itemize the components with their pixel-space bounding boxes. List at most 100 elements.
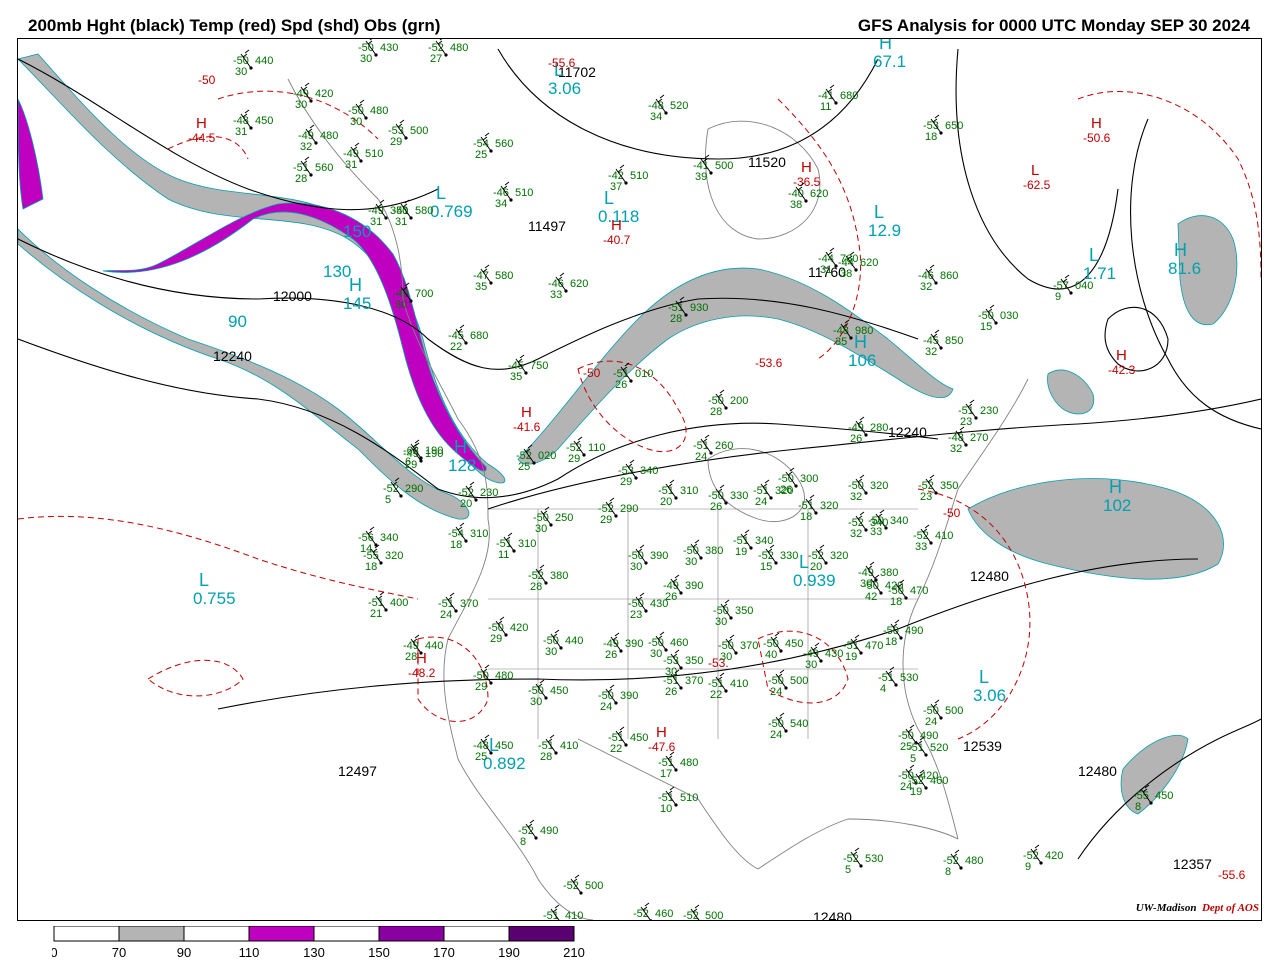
station-obs[interactable]: -50 45030 <box>528 679 568 708</box>
station-obs[interactable]: -50 50024 <box>923 699 963 728</box>
obs-height: 320 <box>385 550 403 562</box>
station-obs[interactable]: -41 68011 <box>818 84 858 113</box>
station-obs[interactable]: -57 0409 <box>1053 274 1093 303</box>
weather-map[interactable]: 11702 11497 11520 11760 12000 12240 12240 12480… <box>17 38 1262 921</box>
station-obs[interactable]: -51 48017 <box>658 751 698 780</box>
station-obs[interactable]: -51 51010 <box>658 786 698 815</box>
station-obs[interactable]: -50 48030 <box>348 99 388 128</box>
station-obs[interactable]: -52 4808 <box>943 849 983 878</box>
station-obs[interactable]: -50 44030 <box>233 49 273 78</box>
station-obs[interactable]: -52 5305 <box>843 847 883 876</box>
station-obs[interactable]: -45 85032 <box>923 329 963 358</box>
obs-dewpoint-depression: 30 <box>395 299 407 311</box>
station-obs[interactable]: -62 1906 <box>403 439 443 468</box>
station-obs[interactable]: -50 39024 <box>598 684 638 713</box>
station-obs[interactable]: -50 32032 <box>848 474 888 503</box>
station-obs[interactable]: -42 51037 <box>608 164 648 193</box>
station-obs[interactable]: -53 50029 <box>388 119 428 148</box>
station-obs[interactable]: -41 58031 <box>393 199 433 228</box>
station-obs[interactable]: -45 75035 <box>508 354 548 383</box>
obs-height: 700 <box>415 288 433 300</box>
station-obs[interactable]: -50 39030 <box>628 544 668 573</box>
station-obs[interactable]: -52 29029 <box>598 497 638 526</box>
obs-dewpoint-depression: 24 <box>770 686 782 698</box>
temp-center-value: -44.5 <box>188 131 216 145</box>
station-obs[interactable]: -50 03015 <box>978 304 1018 333</box>
station-obs[interactable]: -51 41028 <box>538 734 578 763</box>
station-obs[interactable]: -48 52034 <box>648 94 688 123</box>
station-obs[interactable]: -50 43023 <box>628 592 668 621</box>
station-obs[interactable]: -53 65018 <box>923 114 963 143</box>
station-obs[interactable]: -50 42029 <box>488 616 528 645</box>
station-obs[interactable]: -45 68022 <box>448 324 488 353</box>
station-obs[interactable]: -46 62033 <box>548 272 588 301</box>
obs-dewpoint-depression: 9 <box>1055 291 1061 303</box>
obs-height: 530 <box>865 853 883 865</box>
obs-height: 460 <box>655 908 673 920</box>
obs-height: 320 <box>820 500 838 512</box>
temp-center-value: -50 <box>583 366 601 380</box>
station-obs[interactable]: -51 47019 <box>843 634 883 663</box>
obs-height: 310 <box>518 538 536 550</box>
station-obs[interactable]: -49 43030 <box>803 642 843 671</box>
station-obs[interactable]: -51 37026 <box>663 669 703 698</box>
obs-height: 620 <box>860 257 878 269</box>
station-obs[interactable]: -51 56028 <box>293 156 333 185</box>
station-obs[interactable]: -52 23020 <box>458 481 498 510</box>
obs-height: 450 <box>550 685 568 697</box>
station-obs[interactable]: -52 33015 <box>758 544 798 573</box>
station-obs[interactable]: -48 45031 <box>233 109 273 138</box>
station-obs[interactable]: -50 25030 <box>533 506 573 535</box>
station-obs[interactable]: -52 41033 <box>913 524 953 553</box>
station-obs[interactable]: -50 37030 <box>718 634 758 663</box>
station-obs[interactable]: -50 38030 <box>683 539 723 568</box>
station-obs[interactable]: -49 51031 <box>343 142 383 171</box>
station-obs[interactable]: -51 31011 <box>496 532 536 561</box>
obs-height: 390 <box>620 690 638 702</box>
station-obs[interactable]: -50 20028 <box>708 389 748 418</box>
station-obs[interactable]: -5250010 <box>683 904 723 920</box>
station-obs[interactable]: -55 32018 <box>363 544 403 573</box>
obs-dewpoint-depression: 38 <box>790 199 802 211</box>
station-obs[interactable]: -50 30026 <box>778 467 818 496</box>
station-obs[interactable]: -52 4209 <box>1023 844 1063 873</box>
station-obs[interactable]: -51 37024 <box>438 592 478 621</box>
station-obs[interactable]: -51 23023 <box>958 399 998 428</box>
station-obs[interactable]: -51 40021 <box>368 591 408 620</box>
station-obs[interactable]: -46 51034 <box>493 181 533 210</box>
station-obs[interactable]: -53 34029 <box>618 459 658 488</box>
station-obs[interactable]: -51 41022 <box>708 672 748 701</box>
station-obs[interactable]: -50 54024 <box>768 712 808 741</box>
station-obs[interactable]: -50 44030 <box>543 629 583 658</box>
station-obs[interactable]: -51 31020 <box>658 479 698 508</box>
station-obs[interactable]: -50 47018 <box>888 579 928 608</box>
temp-center-value: -42.3 <box>1108 363 1136 377</box>
station-obs[interactable]: -54 31018 <box>448 522 488 551</box>
station-obs[interactable]: -46 86032 <box>918 264 958 293</box>
station-obs[interactable]: -50 43030 <box>358 39 398 65</box>
obs-height: 410 <box>560 740 578 752</box>
obs-height: 370 <box>460 598 478 610</box>
station-obs[interactable]: -51 5304 <box>878 666 918 695</box>
obs-height: 480 <box>965 855 983 867</box>
station-obs[interactable]: -52 32020 <box>808 544 848 573</box>
station-obs[interactable]: -47 58035 <box>473 264 513 293</box>
station-obs[interactable]: -52 4908 <box>518 819 558 848</box>
station-obs[interactable]: -52 11029 <box>566 436 606 465</box>
station-obs[interactable]: -49 42030 <box>293 82 333 111</box>
station-obs[interactable]: -54 56025 <box>473 132 513 161</box>
station-obs[interactable]: -52 500 <box>563 874 603 895</box>
temp-center-value: -47.6 <box>648 740 676 754</box>
station-obs[interactable]: -52 38028 <box>528 564 568 593</box>
obs-dewpoint-depression: 18 <box>885 636 897 648</box>
station-obs[interactable]: -52 48027 <box>428 39 468 65</box>
station-obs[interactable]: -50 50024 <box>768 669 808 698</box>
station-obs[interactable]: -49 39026 <box>603 632 643 661</box>
station-obs[interactable]: -52 460 <box>633 902 673 920</box>
obs-height: 760 <box>840 253 858 265</box>
obs-dewpoint-depression: 30 <box>720 651 732 663</box>
station-obs[interactable]: -48 27032 <box>948 426 988 455</box>
station-obs[interactable]: -50 35030 <box>713 599 753 628</box>
station-obs[interactable]: -50 49018 <box>883 619 923 648</box>
obs-dewpoint-depression: 24 <box>755 496 767 508</box>
